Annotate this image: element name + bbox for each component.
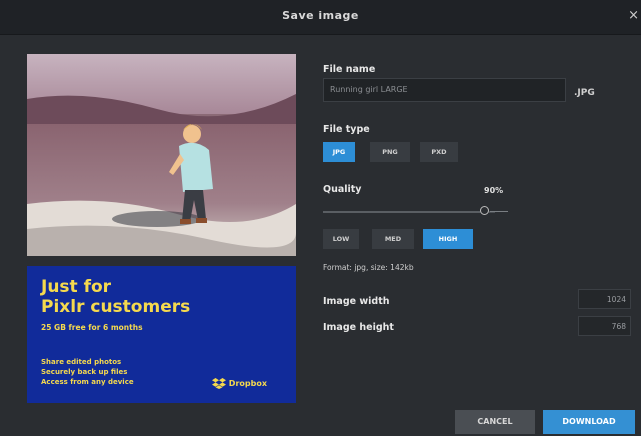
file-type-png[interactable]: PNG	[370, 142, 410, 162]
file-extension: .JPG	[574, 88, 595, 98]
ad-bullets: Share edited photos Securely back up fil…	[41, 357, 134, 387]
file-type-jpg[interactable]: JPG	[323, 142, 355, 162]
image-height-input[interactable]: 768	[578, 316, 631, 336]
file-type-label: File type	[323, 124, 370, 135]
dialog-title: Save image	[282, 9, 359, 22]
quality-low-button[interactable]: LOW	[323, 229, 359, 249]
dialog-titlebar: Save image ×	[0, 0, 641, 35]
dropbox-icon	[212, 378, 226, 389]
ad-bullet: Share edited photos	[41, 358, 122, 366]
format-info: Format: jpg, size: 142kb	[323, 263, 414, 272]
ad-bullet: Access from any device	[41, 378, 134, 386]
image-height-label: Image height	[323, 322, 394, 333]
close-icon[interactable]: ×	[628, 8, 639, 23]
ad-bullet: Securely back up files	[41, 368, 128, 376]
photo-preview-icon	[27, 54, 296, 256]
quality-value: 90%	[484, 186, 504, 195]
cancel-button[interactable]: CANCEL	[455, 410, 535, 434]
ad-subline: 25 GB free for 6 months	[41, 323, 143, 332]
dropbox-logo: Dropbox	[212, 378, 267, 389]
dropbox-ad-banner[interactable]: Just for Pixlr customers 25 GB free for …	[27, 266, 296, 403]
file-name-label: File name	[323, 64, 376, 75]
quality-slider[interactable]	[323, 211, 495, 213]
file-type-pxd[interactable]: PXD	[420, 142, 458, 162]
image-width-label: Image width	[323, 296, 390, 307]
dropbox-label: Dropbox	[228, 379, 267, 388]
quality-high-button[interactable]: HIGH	[423, 229, 473, 249]
quality-slider-handle[interactable]	[480, 206, 489, 215]
ad-headline-line1: Just for	[41, 277, 112, 297]
quality-slider-tail	[490, 211, 508, 212]
ad-headline-line2: Pixlr customers	[41, 297, 191, 317]
quality-med-button[interactable]: MED	[372, 229, 414, 249]
image-preview	[27, 54, 296, 256]
file-name-input[interactable]: Running girl LARGE	[323, 78, 566, 102]
download-button[interactable]: DOWNLOAD	[543, 410, 635, 434]
image-width-input[interactable]: 1024	[578, 289, 631, 309]
quality-slider-fill	[323, 211, 480, 213]
quality-label: Quality	[323, 184, 362, 195]
